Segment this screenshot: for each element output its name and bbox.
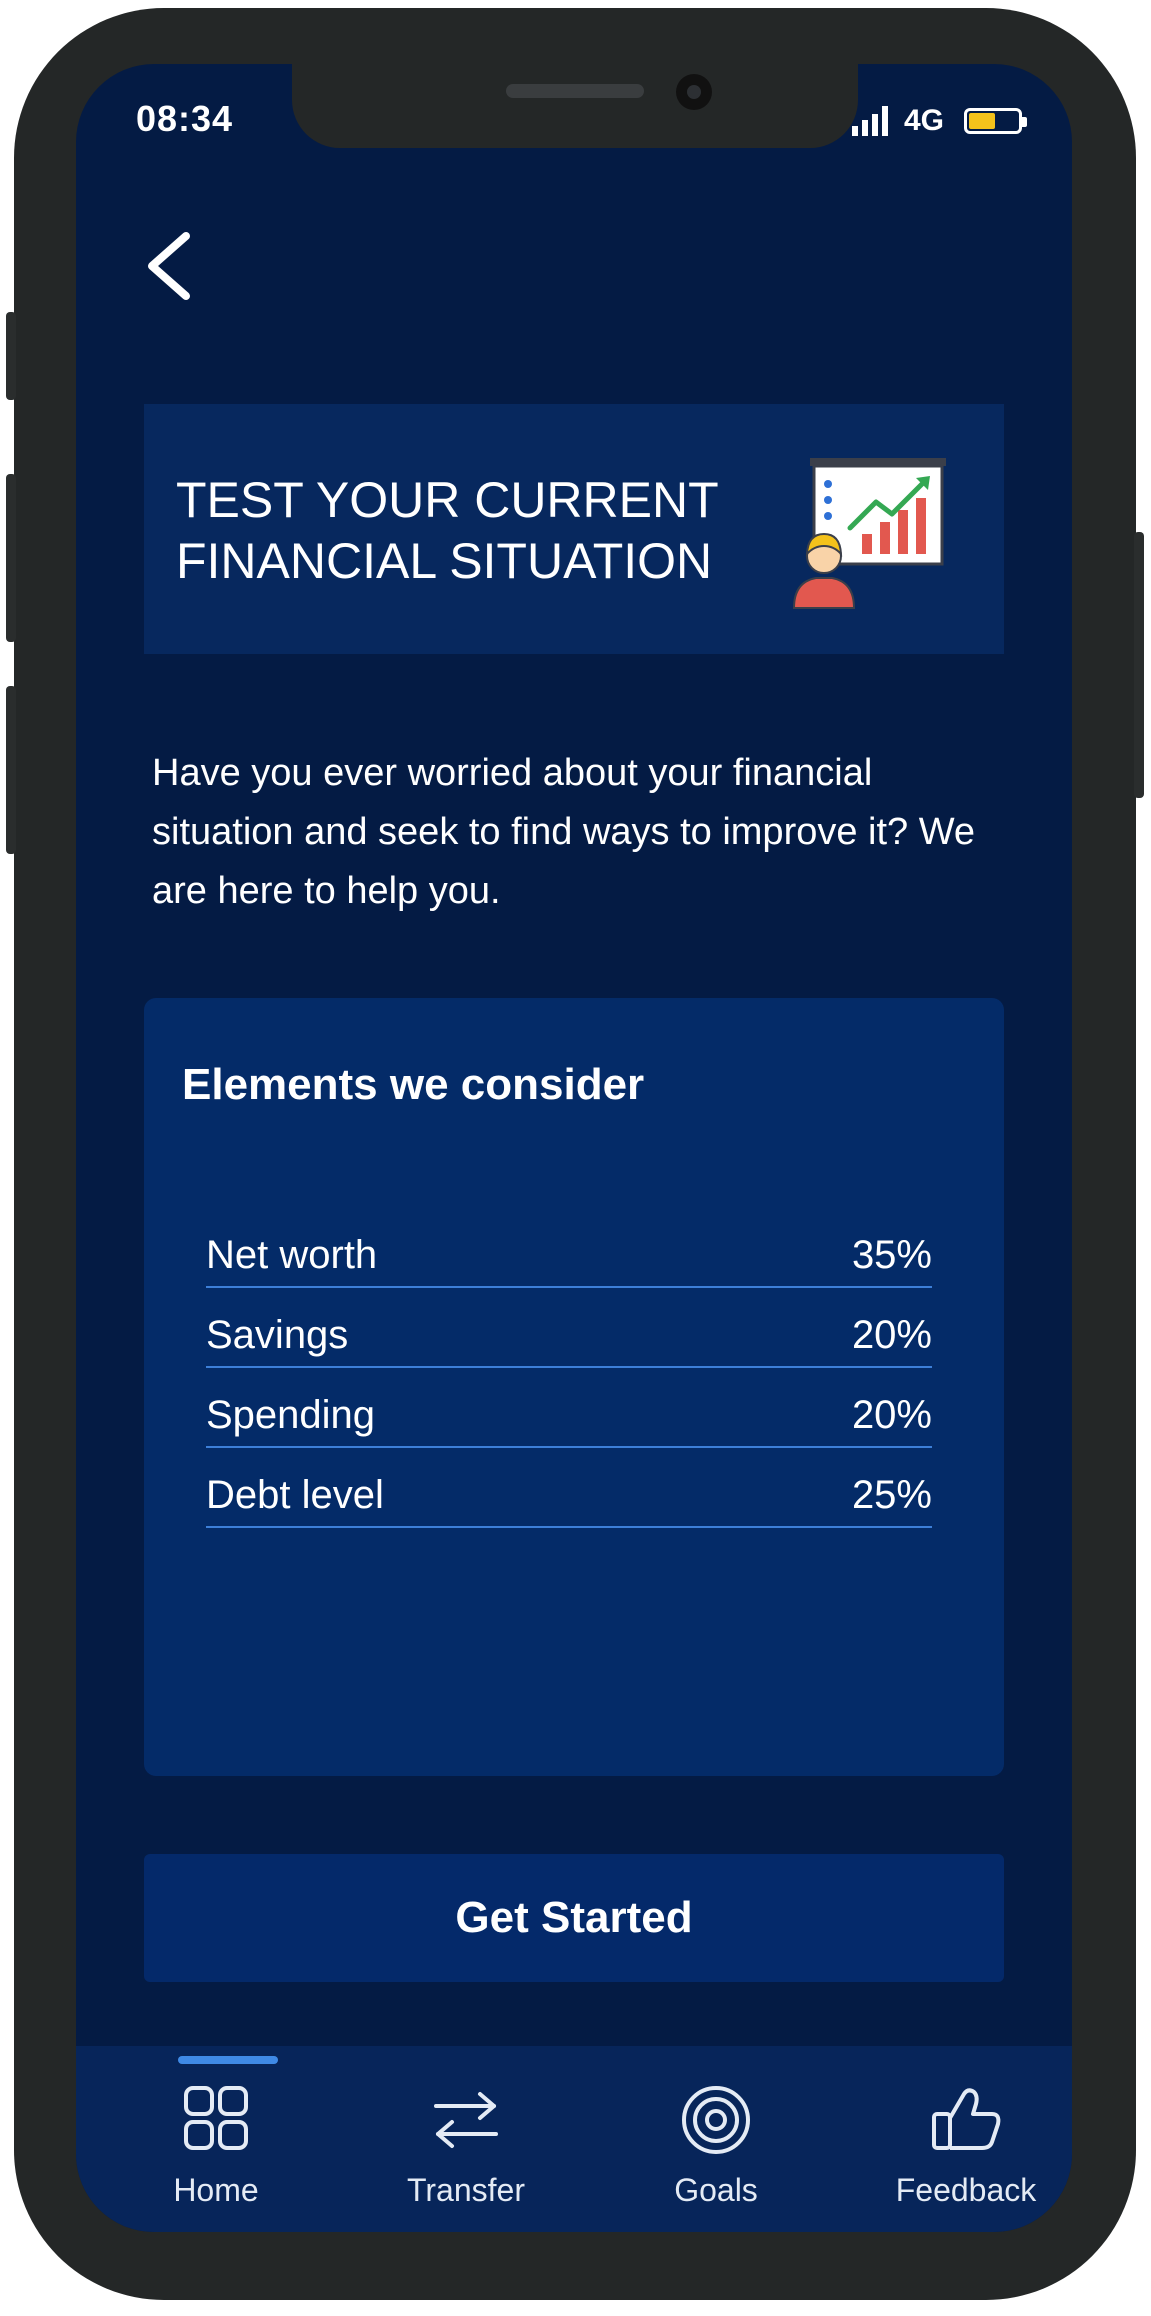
target-icon xyxy=(682,2086,750,2154)
tab-home[interactable]: Home xyxy=(106,2046,326,2232)
element-row-net-worth: Net worth 35% xyxy=(206,1224,932,1288)
tab-label: Goals xyxy=(674,2172,758,2208)
network-label: 4G xyxy=(904,104,945,137)
element-value: 20% xyxy=(851,1393,932,1437)
status-indicators: 4G xyxy=(852,104,1028,138)
grid-icon xyxy=(184,2086,248,2150)
element-row-spending: Spending 20% xyxy=(206,1384,932,1448)
front-camera xyxy=(676,74,712,110)
power-button xyxy=(1134,532,1144,798)
battery-icon xyxy=(964,108,1028,134)
element-label: Savings xyxy=(206,1313,349,1357)
tab-feedback[interactable]: Feedback xyxy=(856,2046,1072,2232)
speaker-grille xyxy=(506,84,644,98)
element-label: Net worth xyxy=(206,1233,378,1277)
signal-icon xyxy=(852,106,888,136)
element-label: Spending xyxy=(206,1393,376,1437)
element-row-savings: Savings 20% xyxy=(206,1304,932,1368)
mute-switch xyxy=(6,312,16,400)
transfer-arrows-icon xyxy=(434,2092,498,2148)
banner-title: TEST YOUR CURRENT FINANCIAL SITUATION xyxy=(176,472,719,589)
volume-up-button xyxy=(6,474,16,642)
notch xyxy=(292,64,858,148)
status-time: 08:34 xyxy=(136,98,234,139)
card-title: Elements we consider xyxy=(182,1060,645,1109)
hero-banner: TEST YOUR CURRENT FINANCIAL SITUATION xyxy=(144,404,1004,654)
element-value: 20% xyxy=(851,1313,932,1357)
thumbs-up-icon xyxy=(932,2088,1001,2150)
bottom-tab-bar: Home Transfer Goals Feedback xyxy=(76,2046,1072,2232)
elements-card: Elements we consider Net worth 35% Savin… xyxy=(144,998,1004,1776)
tab-label: Feedback xyxy=(895,2172,1037,2208)
element-value: 25% xyxy=(851,1473,932,1517)
active-tab-indicator xyxy=(178,2056,278,2064)
chevron-left-icon xyxy=(148,232,190,300)
element-row-debt-level: Debt level 25% xyxy=(206,1464,932,1528)
element-label: Debt level xyxy=(206,1473,384,1517)
tab-label: Transfer xyxy=(407,2172,525,2208)
get-started-button[interactable]: Get Started xyxy=(144,1854,1004,1982)
intro-text: Have you ever worried about your financi… xyxy=(152,752,976,912)
back-button[interactable] xyxy=(140,228,200,304)
tab-goals[interactable]: Goals xyxy=(606,2046,826,2232)
element-value: 35% xyxy=(851,1233,932,1277)
tab-transfer[interactable]: Transfer xyxy=(356,2046,576,2232)
volume-down-button xyxy=(6,686,16,854)
presentation-chart-icon xyxy=(788,452,948,612)
tab-label: Home xyxy=(173,2172,259,2208)
